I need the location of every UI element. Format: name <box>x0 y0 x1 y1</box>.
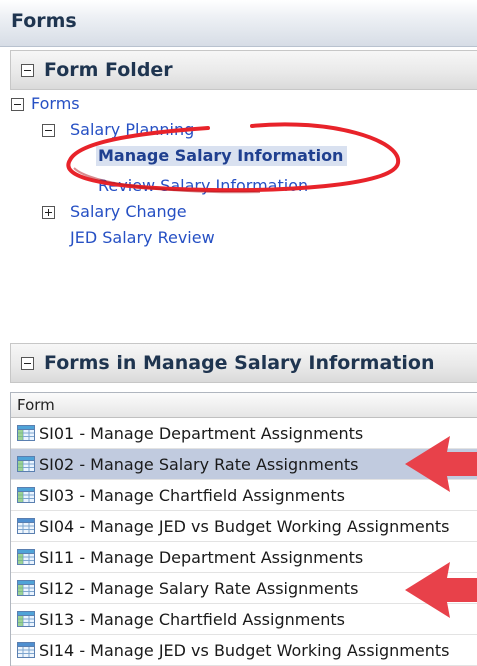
tree-collapse-icon[interactable] <box>42 124 55 137</box>
form-name: SI14 - Manage JED vs Budget Working Assi… <box>39 641 450 660</box>
form-name: SI04 - Manage JED vs Budget Working Assi… <box>39 517 450 536</box>
form-name: SI13 - Manage Chartfield Assignments <box>39 610 345 629</box>
table-row[interactable]: SI03 - Manage Chartfield Assignments <box>11 480 477 511</box>
forms-title: Forms <box>11 10 77 32</box>
tree-expand-icon[interactable] <box>42 206 55 219</box>
collapse-icon[interactable] <box>21 357 34 370</box>
form-folder-bar[interactable]: Form Folder <box>10 50 477 90</box>
form-name: SI01 - Manage Department Assignments <box>39 424 364 443</box>
form-table-icon <box>17 518 35 534</box>
forms-header: Forms <box>0 0 477 47</box>
form-grid-icon <box>17 456 35 472</box>
tree-item-review-salary-information[interactable]: Review Salary Information <box>98 176 308 195</box>
form-name: SI12 - Manage Salary Rate Assignments <box>39 579 359 598</box>
form-grid-icon <box>17 611 35 627</box>
table-row[interactable]: SI01 - Manage Department Assignments <box>11 418 477 449</box>
forms-list-bar[interactable]: Forms in Manage Salary Information <box>10 343 477 383</box>
forms-table: Form SI01 - Manage Department Assignment… <box>10 392 477 666</box>
form-name: SI02 - Manage Salary Rate Assignments <box>39 455 359 474</box>
tree-item-salary-planning[interactable]: Salary Planning <box>70 120 194 139</box>
table-row[interactable]: SI04 - Manage JED vs Budget Working Assi… <box>11 511 477 542</box>
table-row[interactable]: SI13 - Manage Chartfield Assignments <box>11 604 477 635</box>
table-row[interactable]: SI14 - Manage JED vs Budget Working Assi… <box>11 635 477 666</box>
tree-collapse-icon[interactable] <box>11 98 24 111</box>
tree-item-salary-change[interactable]: Salary Change <box>70 202 187 221</box>
column-header-form[interactable]: Form <box>11 393 477 418</box>
tree-item-jed-salary-review[interactable]: JED Salary Review <box>70 228 215 247</box>
form-folder-title: Form Folder <box>44 59 173 81</box>
form-grid-icon <box>17 549 35 565</box>
form-table-icon <box>17 642 35 658</box>
table-row[interactable]: SI11 - Manage Department Assignments <box>11 542 477 573</box>
form-name: SI11 - Manage Department Assignments <box>39 548 364 567</box>
table-row[interactable]: SI02 - Manage Salary Rate Assignments <box>11 449 477 480</box>
form-grid-icon <box>17 487 35 503</box>
tree-item-manage-salary-information[interactable]: Manage Salary Information <box>96 146 348 166</box>
form-grid-icon <box>17 425 35 441</box>
form-name: SI03 - Manage Chartfield Assignments <box>39 486 345 505</box>
form-grid-icon <box>17 580 35 596</box>
column-header-label: Form <box>17 396 55 414</box>
forms-list-title: Forms in Manage Salary Information <box>44 352 435 374</box>
table-row[interactable]: SI12 - Manage Salary Rate Assignments <box>11 573 477 604</box>
tree-item-forms[interactable]: Forms <box>31 94 80 113</box>
collapse-icon[interactable] <box>21 64 34 77</box>
